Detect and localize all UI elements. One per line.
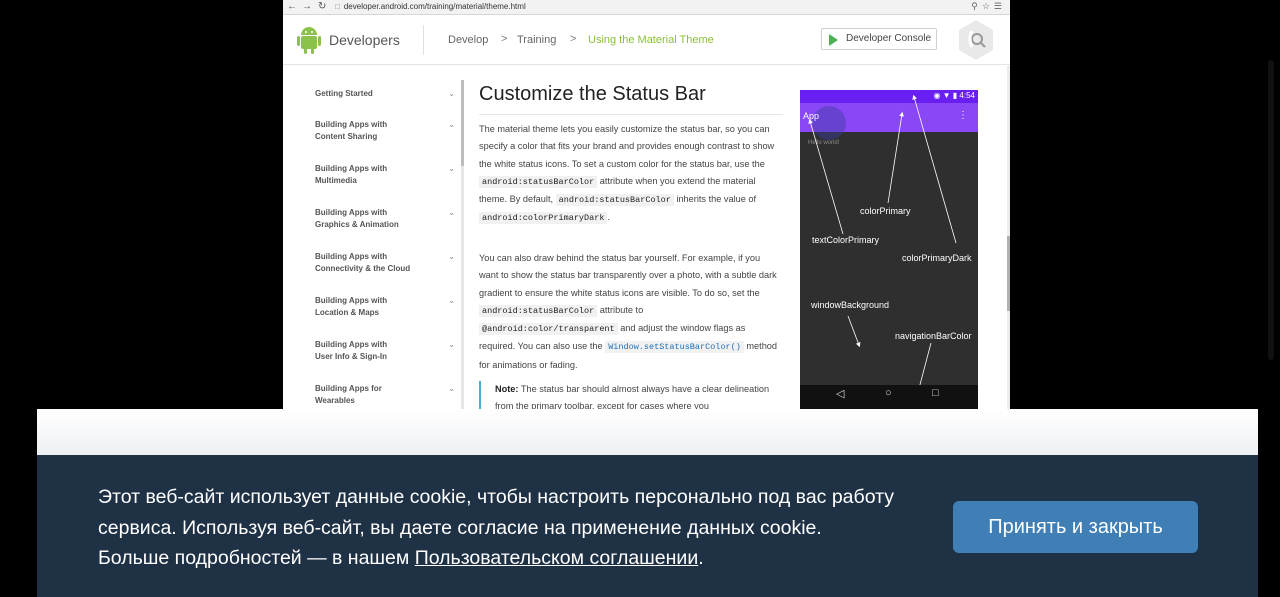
label-navigation-bar-color: navigationBarColor [895, 331, 972, 341]
paragraph-text: . [607, 212, 610, 223]
back-arrow-icon[interactable]: ← [287, 1, 297, 13]
browser-address-bar: ← → ↻ □ developer.android.com/training/ma… [283, 0, 1010, 15]
sidebar-item-label: Building Apps with [315, 252, 388, 261]
code-snippet: android:statusBarColor [479, 175, 598, 188]
search-icon[interactable] [957, 19, 995, 61]
play-store-icon [829, 34, 838, 46]
phone-mockup-image: ◉ ▼ ▮ 4:54 App ⋮ Hello world! colorPrima… [800, 90, 978, 409]
sidebar-item-label: Building Apps with [315, 208, 388, 217]
sidebar-scroll-thumb[interactable] [461, 80, 464, 166]
chevron-down-icon[interactable]: ⌄ [448, 207, 455, 219]
sidebar-item-label: Building Apps for [315, 384, 382, 393]
sidebar-item-label: Location & Maps [315, 308, 380, 317]
sidebar-item-label: Building Apps with [315, 164, 388, 173]
outer-scrollbar[interactable] [1268, 60, 1274, 360]
breadcrumb-develop[interactable]: Develop [448, 34, 488, 46]
code-snippet: android:statusBarColor [479, 304, 598, 317]
phone-navigation-bar: ◁ ○ □ [800, 385, 978, 409]
chevron-down-icon[interactable]: ⌄ [448, 339, 455, 351]
label-window-background: windowBackground [811, 300, 890, 310]
label-color-primary: colorPrimary [860, 206, 911, 216]
note-label: Note: [495, 384, 519, 394]
sidebar-item-user-info[interactable]: Building Apps with User Info & Sign-In ⌄ [315, 339, 455, 363]
breadcrumb-current[interactable]: Using the Material Theme [588, 34, 714, 46]
developer-console-label: Developer Console [846, 33, 932, 44]
url-text: developer.android.com/training/material/… [343, 2, 526, 11]
article-title: Customize the Status Bar [479, 83, 783, 115]
article-paragraph-1: The material theme lets you easily custo… [479, 121, 779, 228]
page: ← → ↻ □ developer.android.com/training/ma… [0, 0, 1280, 597]
accept-and-close-button[interactable]: Принять и закрыть [953, 501, 1198, 553]
nav-back-icon: ◁ [836, 388, 845, 400]
sidebar-item-label: Building Apps with [315, 340, 388, 349]
breadcrumb-separator: > [570, 33, 577, 45]
page-icon: □ [335, 2, 340, 11]
forward-arrow-icon[interactable]: → [302, 1, 312, 13]
sidebar-item-getting-started[interactable]: Getting Started ⌄ [315, 88, 455, 100]
chevron-down-icon[interactable]: ⌄ [448, 251, 455, 263]
paragraph-text: The material theme lets you easily custo… [479, 124, 775, 169]
cookie-message-end: . [698, 547, 704, 569]
sidebar-item-location-maps[interactable]: Building Apps with Location & Maps ⌄ [315, 295, 455, 319]
code-snippet: android:colorPrimaryDark [479, 212, 608, 225]
nav-recents-icon: □ [932, 387, 939, 399]
sidebar-item-label: Getting Started [315, 89, 373, 98]
reload-icon[interactable]: ↻ [318, 1, 326, 13]
site-header: Developers Develop > Training > Using th… [283, 15, 1010, 65]
paragraph-text: You can also draw behind the status bar … [479, 253, 777, 298]
sidebar-item-content-sharing[interactable]: Building Apps with Content Sharing ⌄ [315, 119, 455, 143]
note-text: The status bar should almost always have… [495, 384, 770, 409]
sidebar-item-label: Building Apps with [315, 120, 388, 129]
sidebar-item-wearables[interactable]: Building Apps for Wearables ⌄ [315, 383, 455, 407]
header-divider [423, 25, 424, 55]
developer-console-button[interactable]: Developer Console [821, 28, 937, 50]
cookie-message: Этот веб-сайт использует данные cookie, … [98, 482, 898, 574]
brand-name[interactable]: Developers [329, 32, 400, 48]
paragraph-text: inherits the value of [676, 194, 757, 205]
sidebar-item-label: Graphics & Animation [315, 220, 399, 229]
chevron-down-icon[interactable]: ⌄ [448, 383, 455, 395]
paragraph-text: attribute to [599, 304, 644, 315]
breadcrumb-training[interactable]: Training [517, 34, 556, 46]
embedded-screenshot: ← → ↻ □ developer.android.com/training/ma… [283, 0, 1010, 409]
chevron-down-icon[interactable]: ⌄ [448, 295, 455, 307]
user-agreement-link[interactable]: Пользовательском соглашении [415, 547, 698, 569]
code-snippet: android:statusBarColor [555, 194, 674, 207]
sidebar-item-label: Multimedia [315, 176, 357, 185]
sidebar-item-label: Wearables [315, 396, 355, 405]
breadcrumb-separator: > [501, 33, 508, 45]
nav-home-icon: ○ [885, 387, 892, 399]
sidebar-item-label: Connectivity & the Cloud [315, 264, 411, 273]
sidebar-item-multimedia[interactable]: Building Apps with Multimedia ⌄ [315, 163, 455, 187]
sidebar-item-label: Building Apps with [315, 296, 388, 305]
sidebar-item-connectivity-cloud[interactable]: Building Apps with Connectivity & the Cl… [315, 251, 455, 275]
browser-toolbar-icons[interactable]: ⚲☆☰ [971, 1, 1006, 12]
url-field[interactable]: □ developer.android.com/training/material… [335, 1, 975, 13]
banner-top-strip [37, 409, 1258, 455]
android-logo-icon[interactable] [297, 26, 321, 54]
article-paragraph-2: You can also draw behind the status bar … [479, 250, 779, 374]
sidebar-item-label: User Info & Sign-In [315, 352, 387, 361]
chevron-down-icon[interactable]: ⌄ [448, 88, 455, 100]
article-content: Customize the Status Bar The material th… [479, 66, 785, 409]
label-color-primary-dark: colorPrimaryDark [902, 253, 972, 263]
sidebar-scrollbar[interactable] [461, 80, 464, 409]
annotation-arrows [808, 94, 957, 399]
code-link[interactable]: Window.setStatusBarColor() [605, 341, 744, 354]
chevron-down-icon[interactable]: ⌄ [448, 119, 455, 131]
chevron-down-icon[interactable]: ⌄ [448, 163, 455, 175]
page-scroll-thumb[interactable] [1007, 236, 1010, 311]
code-snippet: @android:color/transparent [479, 323, 618, 336]
sidebar-item-graphics-animation[interactable]: Building Apps with Graphics & Animation … [315, 207, 455, 231]
label-text-color-primary: textColorPrimary [812, 235, 880, 245]
sidebar-item-label: Content Sharing [315, 132, 378, 141]
cookie-banner: Этот веб-сайт использует данные cookie, … [37, 455, 1258, 597]
note-callout: Note: The status bar should almost alway… [479, 381, 785, 409]
sidebar-nav: Getting Started ⌄ Building Apps with Con… [283, 66, 464, 409]
page-scrollbar[interactable] [1007, 66, 1010, 409]
